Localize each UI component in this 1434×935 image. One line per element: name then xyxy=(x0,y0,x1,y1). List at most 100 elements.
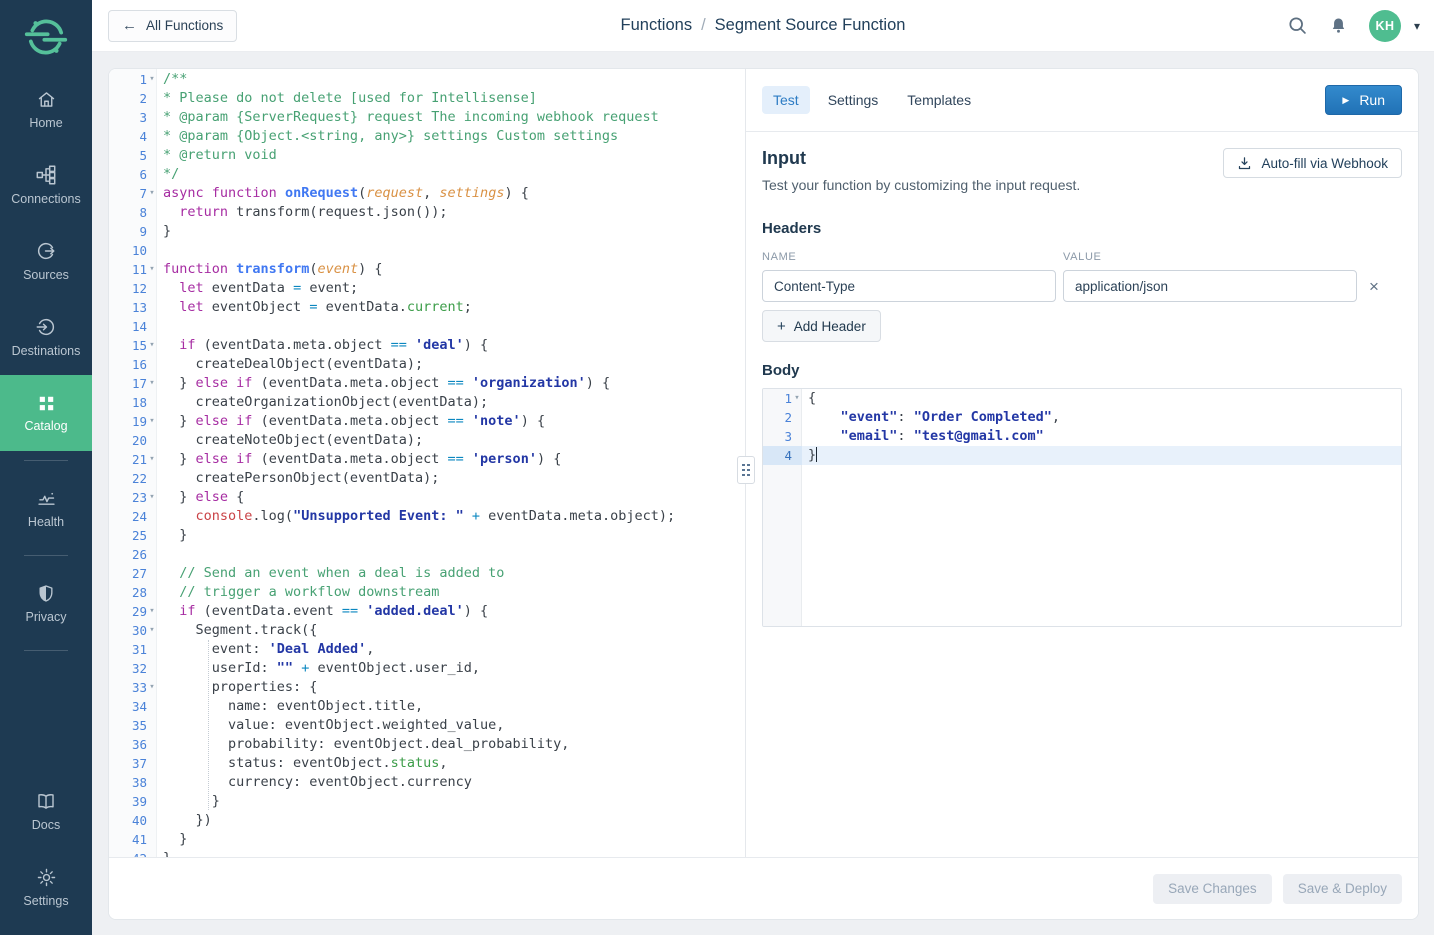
body-editor[interactable]: 1▾{2 "event": "Order Completed",3 "email… xyxy=(762,388,1402,627)
autofill-webhook-button[interactable]: Auto-fill via Webhook xyxy=(1223,148,1402,178)
fold-caret-icon[interactable]: ▾ xyxy=(147,70,157,89)
run-button[interactable]: ▶ Run xyxy=(1325,85,1402,115)
avatar[interactable]: KH xyxy=(1369,10,1401,42)
code-text: let eventObject = eventData.current; xyxy=(157,298,745,317)
sidebar-item-catalog[interactable]: Catalog xyxy=(0,375,92,451)
sidebar-item-label: Connections xyxy=(11,192,81,206)
sidebar-divider xyxy=(24,555,68,556)
code-line: 34 name: eventObject.title, xyxy=(109,697,745,716)
line-number: 4 xyxy=(763,446,802,465)
sidebar-item-label: Docs xyxy=(32,818,60,832)
sidebar-item-privacy[interactable]: Privacy xyxy=(0,565,92,641)
add-header-label: Add Header xyxy=(794,319,866,334)
sidebar-item-settings[interactable]: Settings xyxy=(0,849,92,925)
card-footer: Save Changes Save & Deploy xyxy=(109,857,1418,919)
remove-header-icon[interactable]: × xyxy=(1369,278,1379,295)
fold-caret-icon[interactable]: ▾ xyxy=(147,336,157,355)
code-line: 9} xyxy=(109,222,745,241)
header-name-input[interactable] xyxy=(762,270,1056,302)
code-line: 3 "email": "test@gmail.com" xyxy=(763,427,1401,446)
fold-caret-icon[interactable]: ▾ xyxy=(147,450,157,469)
fold-caret-icon[interactable]: ▾ xyxy=(792,389,802,408)
sidebar-item-label: Health xyxy=(28,515,64,529)
segment-logo-icon[interactable] xyxy=(0,0,92,71)
settings-icon xyxy=(36,867,57,888)
input-section-subtitle: Test your function by customizing the in… xyxy=(762,177,1080,193)
sidebar-item-label: Privacy xyxy=(26,610,67,624)
home-icon xyxy=(36,89,57,110)
fold-caret-icon[interactable]: ▾ xyxy=(147,488,157,507)
breadcrumb-parent[interactable]: Functions xyxy=(621,16,693,35)
code-text: } xyxy=(802,446,1401,465)
line-number: 29▾ xyxy=(109,602,157,621)
fold-caret-icon[interactable]: ▾ xyxy=(147,260,157,279)
fold-caret-icon[interactable]: ▾ xyxy=(147,412,157,431)
save-deploy-button[interactable]: Save & Deploy xyxy=(1283,874,1402,904)
code-line: 42} xyxy=(109,849,745,857)
code-text xyxy=(157,545,745,564)
fold-caret-icon[interactable]: ▾ xyxy=(147,621,157,640)
code-line: 3* @param {ServerRequest} request The in… xyxy=(109,108,745,127)
input-section-title: Input xyxy=(762,148,1080,169)
body-section-title: Body xyxy=(762,362,1402,379)
code-text: } xyxy=(157,222,745,241)
header-row: × xyxy=(762,270,1402,302)
run-label: Run xyxy=(1359,92,1385,108)
line-number: 36 xyxy=(109,735,157,754)
bell-icon[interactable] xyxy=(1329,16,1348,36)
sidebar-item-destinations[interactable]: Destinations xyxy=(0,299,92,375)
line-number: 22 xyxy=(109,469,157,488)
fold-caret-icon[interactable]: ▾ xyxy=(147,678,157,697)
sidebar-item-connections[interactable]: Connections xyxy=(0,147,92,223)
line-number: 28 xyxy=(109,583,157,602)
code-line: 12 let eventData = event; xyxy=(109,279,745,298)
code-text: { xyxy=(802,389,1401,408)
code-text: function transform(event) { xyxy=(157,260,745,279)
breadcrumb-current: Segment Source Function xyxy=(715,16,906,35)
tab-test[interactable]: Test xyxy=(762,86,810,114)
fold-caret-icon[interactable]: ▾ xyxy=(147,184,157,203)
code-line: 17▾ } else if (eventData.meta.object == … xyxy=(109,374,745,393)
privacy-icon xyxy=(36,583,56,604)
fold-caret-icon[interactable]: ▾ xyxy=(147,602,157,621)
plus-icon: + xyxy=(777,319,786,334)
tab-settings[interactable]: Settings xyxy=(817,86,890,114)
caret-down-icon[interactable]: ▾ xyxy=(1414,19,1420,33)
code-text: * @return void xyxy=(157,146,745,165)
code-text: if (eventData.event == 'added.deal') { xyxy=(157,602,745,621)
line-number: 7▾ xyxy=(109,184,157,203)
code-editor[interactable]: 1▾/**2* Please do not delete [used for I… xyxy=(109,69,746,857)
sidebar-item-home[interactable]: Home xyxy=(0,71,92,147)
line-number: 27 xyxy=(109,564,157,583)
code-text xyxy=(157,241,745,260)
code-line: 31 event: 'Deal Added', xyxy=(109,640,745,659)
all-functions-button[interactable]: ← All Functions xyxy=(108,10,237,42)
search-icon[interactable] xyxy=(1287,15,1308,36)
code-line: 28 // trigger a workflow downstream xyxy=(109,583,745,602)
header-value-input[interactable] xyxy=(1063,270,1357,302)
code-text: createOrganizationObject(eventData); xyxy=(157,393,745,412)
code-text: * @param {ServerRequest} request The inc… xyxy=(157,108,745,127)
top-bar: ← All Functions Functions / Segment Sour… xyxy=(92,0,1434,52)
line-number: 5 xyxy=(109,146,157,165)
fold-caret-icon[interactable]: ▾ xyxy=(147,374,157,393)
code-text: name: eventObject.title, xyxy=(157,697,745,716)
save-changes-button[interactable]: Save Changes xyxy=(1153,874,1272,904)
sidebar-item-docs[interactable]: Docs xyxy=(0,773,92,849)
code-line: 4* @param {Object.<string, any>} setting… xyxy=(109,127,745,146)
sidebar-item-health[interactable]: Health xyxy=(0,470,92,546)
code-text: } xyxy=(157,849,745,857)
line-number: 2 xyxy=(763,408,802,427)
add-header-button[interactable]: + Add Header xyxy=(762,310,881,342)
code-line: 22 createPersonObject(eventData); xyxy=(109,469,745,488)
sidebar-item-sources[interactable]: Sources xyxy=(0,223,92,299)
code-line: 18 createOrganizationObject(eventData); xyxy=(109,393,745,412)
code-text: currency: eventObject.currency xyxy=(157,773,745,792)
catalog-icon xyxy=(37,394,56,413)
code-text: }) xyxy=(157,811,745,830)
pane-resize-handle[interactable] xyxy=(737,456,755,484)
code-line: 30▾ Segment.track({ xyxy=(109,621,745,640)
code-text: properties: { xyxy=(157,678,745,697)
code-line: 29▾ if (eventData.event == 'added.deal')… xyxy=(109,602,745,621)
tab-templates[interactable]: Templates xyxy=(896,86,982,114)
